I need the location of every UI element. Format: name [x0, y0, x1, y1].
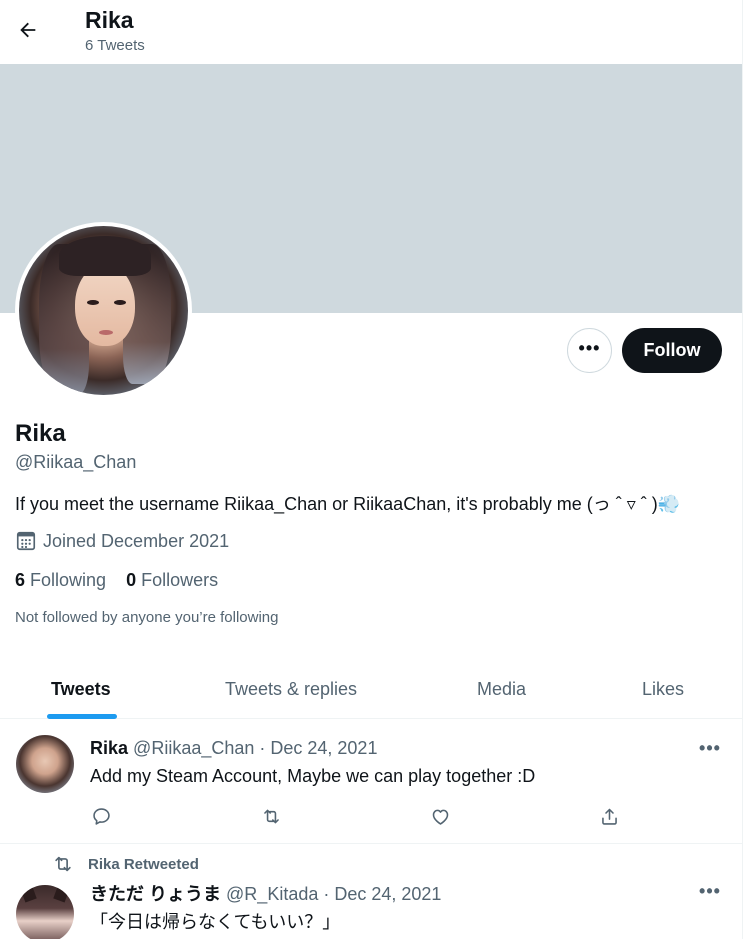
tweet-handle-date: @Riikaa_Chan · Dec 24, 2021 [133, 738, 378, 758]
profile-tabs: Tweets Tweets & replies Media Likes [0, 660, 742, 719]
profile-handle: @Riikaa_Chan [15, 452, 137, 472]
profile-name: Rika [15, 420, 66, 447]
tab-tweets[interactable]: Tweets [51, 660, 111, 719]
share-icon [601, 808, 617, 825]
tweet-more-button[interactable]: ••• [692, 733, 728, 763]
header-title: Rika [85, 7, 134, 33]
retweet-indicator: Rika Retweeted [52, 853, 199, 875]
tweet-more-button[interactable]: ••• [692, 876, 728, 906]
following-label: Following [30, 570, 107, 590]
more-dots-icon: ••• [578, 337, 601, 358]
like-button[interactable] [426, 802, 454, 830]
profile-header: Rika 6 Tweets [0, 0, 742, 64]
tweet-text: 「今日は帰らなくてもいい？」 [90, 912, 341, 932]
calendar-icon [16, 531, 36, 551]
tab-tweets-replies[interactable]: Tweets & replies [225, 660, 357, 719]
follow-button[interactable]: Follow [622, 328, 722, 373]
follow-stats: 6 Following 0 Followers [15, 570, 218, 591]
not-followed-note: Not followed by anyone you’re following [15, 609, 279, 626]
joined-text: Joined December 2021 [43, 530, 230, 551]
like-icon [432, 809, 448, 825]
profile-bio: If you meet the username Riikaa_Chan or … [15, 494, 681, 514]
tweet-author-name[interactable]: きただ りょうま [90, 884, 221, 904]
profile-avatar[interactable] [15, 222, 192, 399]
following-link[interactable]: 6 Following [15, 570, 106, 591]
tab-media[interactable]: Media [477, 660, 526, 719]
reply-button[interactable] [87, 802, 115, 830]
retweet-icon [55, 856, 71, 872]
tweet-handle-date: @R_Kitada · Dec 24, 2021 [226, 884, 442, 904]
followers-count: 0 [126, 570, 137, 590]
profile-joined: Joined December 2021 [15, 530, 229, 552]
followers-link[interactable]: 0 Followers [126, 570, 218, 591]
tweet-avatar[interactable] [16, 885, 74, 939]
header-tweet-count: 6 Tweets [85, 37, 145, 54]
avatar-image [19, 226, 188, 395]
tweet-text: Add my Steam Account, Maybe we can play … [90, 766, 536, 786]
tweet-header: きただ りょうま @R_Kitada · Dec 24, 2021 [90, 880, 441, 906]
retweet-label[interactable]: Rika Retweeted [88, 856, 199, 873]
reply-icon [92, 807, 110, 825]
tweet-author-name[interactable]: Rika [90, 738, 128, 758]
back-arrow-icon [20, 22, 36, 38]
profile-more-button[interactable]: ••• [567, 328, 612, 373]
following-count: 6 [15, 570, 26, 590]
back-button[interactable] [10, 12, 46, 48]
share-button[interactable] [595, 802, 623, 830]
retweet-icon [263, 809, 279, 823]
column-border [742, 0, 743, 939]
retweet-button[interactable] [257, 802, 285, 830]
tweet[interactable]: Rika @Riikaa_Chan · Dec 24, 2021 ••• Add… [0, 720, 742, 844]
tweet-header: Rika @Riikaa_Chan · Dec 24, 2021 [90, 738, 377, 759]
followers-label: Followers [141, 570, 219, 590]
tab-likes[interactable]: Likes [642, 660, 684, 719]
tweet-avatar[interactable] [16, 735, 74, 793]
active-tab-indicator [47, 714, 117, 719]
